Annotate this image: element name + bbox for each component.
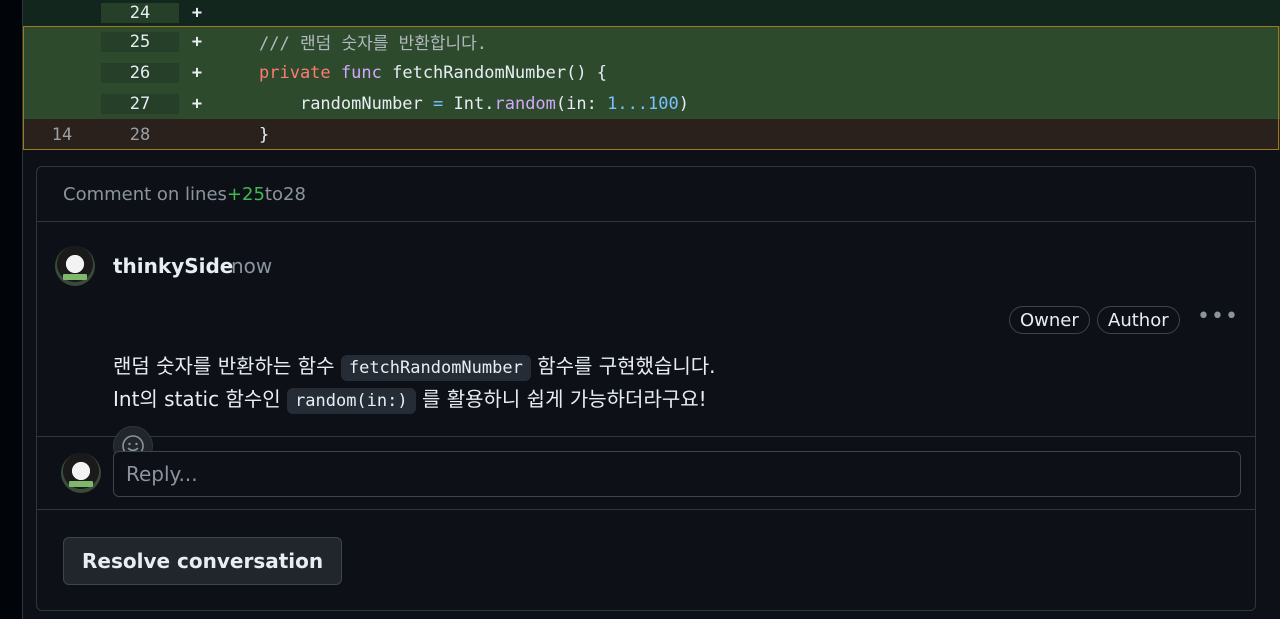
code-function-name: fetchRandomNumber() { (392, 62, 608, 83)
code-line: private func fetchRandomNumber() { (215, 63, 607, 83)
code-line: randomNumber = Int.random(in: 1...100) (215, 94, 689, 114)
reply-area (37, 437, 1255, 510)
avatar-badge (63, 274, 87, 280)
header-mid: to (264, 183, 283, 205)
comment-text: Int의 static 함수인 (113, 387, 288, 411)
diff-view: 24 + 25 + /// 랜덤 숫자를 반환합니다. 26 + private… (23, 0, 1280, 150)
header-start-line: +25 (226, 183, 265, 205)
page: 24 + 25 + /// 랜덤 숫자를 반환합니다. 26 + private… (0, 0, 1280, 619)
new-line-number[interactable]: 27 (101, 93, 179, 114)
inline-code: random(in:) (287, 388, 416, 414)
code-operator: = (433, 93, 444, 114)
left-gutter-strip (0, 0, 23, 619)
owner-badge: Owner (1009, 306, 1090, 334)
more-options-icon[interactable]: ••• (1197, 306, 1238, 336)
code-type: Int. (453, 93, 495, 114)
header-end-line: 28 (283, 183, 306, 205)
reply-input[interactable] (113, 451, 1241, 497)
avatar-badge (69, 481, 93, 487)
comment-text: 를 활용하니 쉽게 가능하더라구요! (415, 387, 707, 411)
code-keyword-func: func (340, 62, 382, 83)
comment-body-line: Int의 static 함수인 random(in:) 를 활용하니 쉽게 가능… (113, 383, 707, 414)
code-variable: randomNumber (299, 93, 423, 114)
new-line-number[interactable]: 24 (101, 3, 179, 23)
code-range: 1...100 (607, 93, 679, 114)
code-closing-brace: } (259, 124, 270, 145)
comment-text: 랜덤 숫자를 반환하는 함수 (113, 354, 341, 378)
diff-row: 26 + private func fetchRandomNumber() { (23, 57, 1280, 88)
code-comment: /// 랜덤 숫자를 반환합니다. (259, 34, 488, 54)
code-args-close: ) (678, 93, 689, 114)
comment-time[interactable]: now (231, 254, 272, 278)
author-badge: Author (1097, 306, 1180, 334)
old-line-number[interactable]: 14 (23, 125, 101, 145)
diff-row: 24 + (23, 0, 1280, 26)
code-method: random (494, 93, 556, 114)
new-line-number[interactable]: 28 (101, 125, 179, 145)
code-args-open: (in: (555, 93, 608, 114)
code-line: } (215, 125, 269, 145)
comment-author[interactable]: thinkySide (113, 254, 233, 278)
code-line: /// 랜덤 숫자를 반환합니다. (215, 29, 487, 54)
new-line-number[interactable]: 26 (101, 62, 179, 83)
diff-marker: + (191, 31, 203, 52)
inline-code: fetchRandomNumber (340, 355, 531, 381)
comment-text: 함수를 구현했습니다. (530, 354, 716, 378)
resolve-conversation-button[interactable]: Resolve conversation (63, 537, 343, 585)
thread-header: Comment on lines +25 to 28 (37, 167, 1255, 222)
diff-marker: + (191, 93, 203, 114)
avatar (61, 453, 101, 493)
diff-marker: + (191, 3, 203, 23)
comment: thinkySide now Owner Author ••• 랜덤 숫자를 반… (37, 222, 1255, 466)
diff-row: 25 + /// 랜덤 숫자를 반환합니다. (23, 26, 1280, 57)
avatar[interactable] (55, 246, 95, 286)
comment-body-line: 랜덤 숫자를 반환하는 함수 fetchRandomNumber 함수를 구현했… (113, 350, 716, 381)
new-line-number[interactable]: 25 (101, 31, 179, 52)
review-thread: Comment on lines +25 to 28 thinkySide no… (36, 166, 1256, 611)
diff-row: 14 28 } (23, 119, 1280, 150)
diff-row: 27 + randomNumber = Int.random(in: 1...1… (23, 88, 1280, 119)
header-prefix: Comment on lines (63, 183, 227, 205)
code-keyword-private: private (259, 62, 331, 83)
diff-marker: + (191, 62, 203, 83)
